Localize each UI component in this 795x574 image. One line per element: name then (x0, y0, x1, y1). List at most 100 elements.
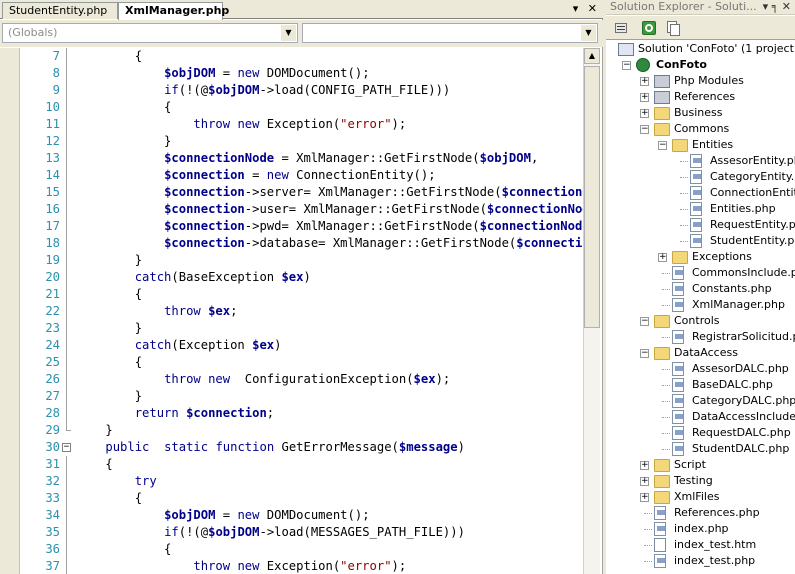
tree-item[interactable]: BaseDALC.php (606, 377, 795, 393)
tree-item[interactable]: RegistrarSolicitud.php (606, 329, 795, 345)
code-content: catch(BaseException $ex) (76, 269, 311, 286)
code-line[interactable]: 21 { (0, 286, 583, 303)
outline-line (66, 116, 67, 133)
window-controls[interactable]: ▾ ╕ ✕ (763, 0, 791, 14)
vertical-scrollbar[interactable]: ▲ (583, 48, 600, 574)
tree-item[interactable]: DataAccessInclude.php (606, 409, 795, 425)
code-line[interactable]: 27 } (0, 388, 583, 405)
show-all-files-icon[interactable] (664, 19, 681, 36)
properties-icon[interactable] (612, 19, 629, 36)
code-line[interactable]: 36 { (0, 541, 583, 558)
code-text: } (76, 253, 143, 267)
scope-dropdown[interactable]: (Globals) ▼ (2, 23, 298, 43)
tree-item[interactable]: − DataAccess (606, 345, 795, 361)
collapse-icon[interactable]: − (640, 317, 649, 326)
tree-item[interactable]: − Entities (606, 137, 795, 153)
code-keyword: static (164, 440, 209, 454)
code-line[interactable]: 22 throw $ex; (0, 303, 583, 320)
tree-item[interactable]: AssesorDALC.php (606, 361, 795, 377)
expand-icon[interactable]: + (640, 461, 649, 470)
tree-item[interactable]: CategoryDALC.php (606, 393, 795, 409)
tree-item[interactable]: CategoryEntity.php (606, 169, 795, 185)
code-line[interactable]: 32 try (0, 473, 583, 490)
tree-item[interactable]: StudentEntity.php (606, 233, 795, 249)
code-line[interactable]: 7 { (0, 48, 583, 65)
code-line[interactable]: 35 if(!(@$objDOM->load(MESSAGES_PATH_FIL… (0, 524, 583, 541)
tree-item[interactable]: RequestEntity.php (606, 217, 795, 233)
tree-item[interactable]: + References (606, 89, 795, 105)
code-line[interactable]: 37 throw new Exception("error"); (0, 558, 583, 574)
code-line[interactable]: 19 } (0, 252, 583, 269)
code-area[interactable]: 7 {8 $objDOM = new DOMDocument(); 9 if(!(… (0, 48, 583, 574)
code-line[interactable]: 9 if(!(@$objDOM->load(CONFIG_PATH_FILE))… (0, 82, 583, 99)
tree-item[interactable]: XmlManager.php (606, 297, 795, 313)
chevron-down-icon[interactable]: ▼ (281, 25, 296, 41)
member-dropdown[interactable]: ▼ (302, 23, 598, 43)
tree-item[interactable]: + Business (606, 105, 795, 121)
expand-icon[interactable]: + (640, 477, 649, 486)
tree-item[interactable]: + Testing (606, 473, 795, 489)
tree-item[interactable]: Constants.php (606, 281, 795, 297)
code-line[interactable]: 11 throw new Exception("error"); (0, 116, 583, 133)
expand-icon[interactable]: + (640, 77, 649, 86)
collapse-icon[interactable]: − (658, 141, 667, 150)
code-line[interactable]: 24 catch(Exception $ex) (0, 337, 583, 354)
tree-item[interactable]: + Exceptions (606, 249, 795, 265)
code-line[interactable]: 23 } (0, 320, 583, 337)
tab-studententity[interactable]: StudentEntity.php (2, 2, 118, 19)
code-line[interactable]: 29 } (0, 422, 583, 439)
scroll-up-arrow-icon[interactable]: ▲ (584, 48, 600, 64)
tree-item[interactable]: RequestDALC.php (606, 425, 795, 441)
chevron-down-icon[interactable]: ▼ (581, 25, 596, 41)
tree-item[interactable]: CommonsInclude.php (606, 265, 795, 281)
tree-item[interactable]: + XmlFiles (606, 489, 795, 505)
tree-item[interactable]: index_test.php (606, 553, 795, 569)
tree-item[interactable]: index_test.htm (606, 537, 795, 553)
code-text: = (244, 168, 267, 182)
code-line[interactable]: 13 $connectionNode = XmlManager::GetFirs… (0, 150, 583, 167)
tab-xmlmanager[interactable]: XmlManager.php (118, 2, 229, 20)
tree-item[interactable]: − Commons (606, 121, 795, 137)
code-line[interactable]: 34 $objDOM = new DOMDocument(); (0, 507, 583, 524)
tree-item[interactable]: StudentDALC.php (606, 441, 795, 457)
code-line[interactable]: 26 throw new ConfigurationException($ex)… (0, 371, 583, 388)
folder-open-icon (672, 139, 688, 152)
code-line[interactable]: 14 $connection = new ConnectionEntity(); (0, 167, 583, 184)
code-line[interactable]: 20 catch(BaseException $ex) (0, 269, 583, 286)
code-line[interactable]: 17 $connection->pwd= XmlManager::GetFirs… (0, 218, 583, 235)
tree-item[interactable]: − ConFoto (606, 57, 795, 73)
tree-item[interactable]: References.php (606, 505, 795, 521)
tree-item[interactable]: + Script (606, 457, 795, 473)
expand-icon[interactable]: + (658, 253, 667, 262)
code-line[interactable]: 33 { (0, 490, 583, 507)
tree-item[interactable]: Solution 'ConFoto' (1 project) (606, 41, 795, 57)
close-document-icon[interactable]: ✕ (588, 2, 597, 15)
line-number: 17 (45, 219, 60, 233)
collapse-icon[interactable]: − (640, 349, 649, 358)
code-line[interactable]: 28 return $connection; (0, 405, 583, 422)
collapse-icon[interactable]: − (622, 61, 631, 70)
tab-list-dropdown-icon[interactable]: ▾ (573, 2, 579, 15)
collapse-icon[interactable]: − (640, 125, 649, 134)
tree-item[interactable]: − Controls (606, 313, 795, 329)
expand-icon[interactable]: + (640, 93, 649, 102)
code-line[interactable]: 16 $connection->user= XmlManager::GetFir… (0, 201, 583, 218)
code-line[interactable]: 12 } (0, 133, 583, 150)
refresh-icon[interactable] (640, 19, 657, 36)
expand-icon[interactable]: + (640, 493, 649, 502)
tree-item[interactable]: Entities.php (606, 201, 795, 217)
code-line[interactable]: 8 $objDOM = new DOMDocument(); (0, 65, 583, 82)
code-line[interactable]: 18 $connection->database= XmlManager::Ge… (0, 235, 583, 252)
code-line[interactable]: 15 $connection->server= XmlManager::GetF… (0, 184, 583, 201)
tree-item[interactable]: + Php Modules (606, 73, 795, 89)
code-line[interactable]: 10 { (0, 99, 583, 116)
code-line[interactable]: 25 { (0, 354, 583, 371)
scrollbar-thumb[interactable] (584, 66, 600, 328)
collapse-outline-icon[interactable]: − (62, 443, 71, 452)
expand-icon[interactable]: + (640, 109, 649, 118)
tree-item[interactable]: index.php (606, 521, 795, 537)
tree-item[interactable]: ConnectionEntity.php (606, 185, 795, 201)
tree-item[interactable]: AssesorEntity.php (606, 153, 795, 169)
code-line[interactable]: 30 public static function GetErrorMessag… (0, 439, 583, 456)
code-line[interactable]: 31 { (0, 456, 583, 473)
